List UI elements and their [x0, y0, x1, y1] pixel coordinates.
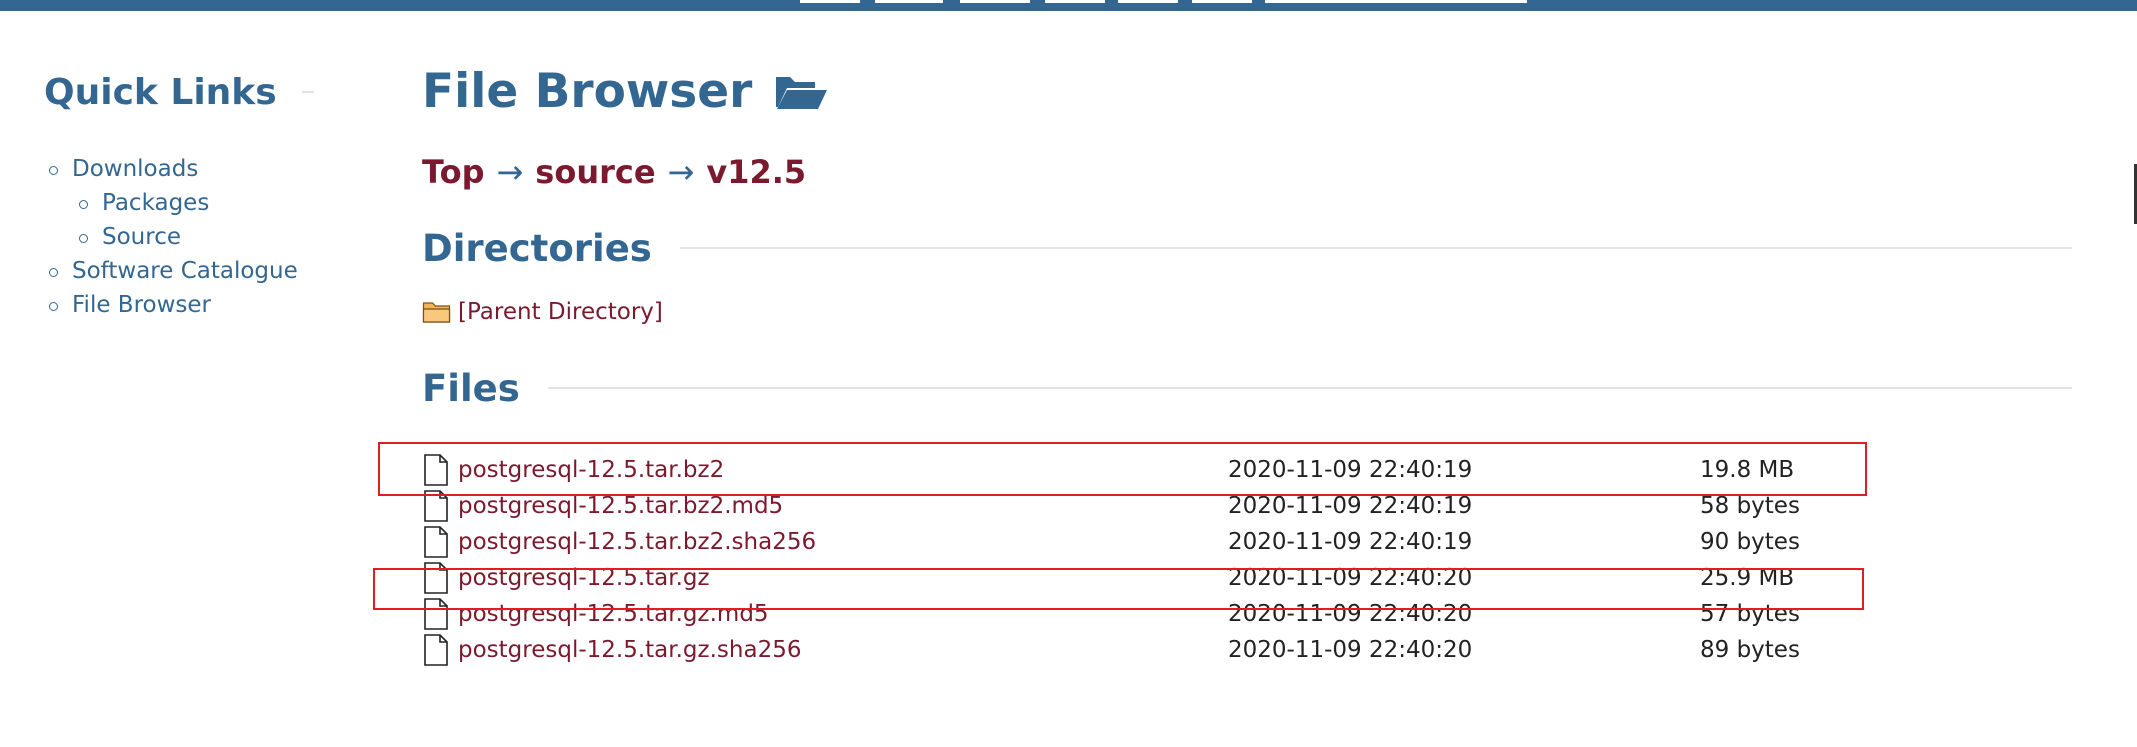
file-date: 2020-11-09 22:40:19 [1228, 493, 1473, 519]
section-rule [547, 387, 2072, 389]
top-nav-bar [0, 0, 2137, 11]
parent-directory-label[interactable]: [Parent Directory] [458, 299, 663, 325]
sidebar-item-downloads[interactable]: Downloads Packages Source [44, 152, 314, 254]
file-date: 2020-11-09 22:40:20 [1228, 601, 1473, 627]
downloads-sublist: Packages Source [72, 186, 314, 254]
file-date: 2020-11-09 22:40:19 [1228, 529, 1473, 555]
nav-link-underline[interactable] [1265, 0, 1527, 3]
sidebar-item-label[interactable]: Source [102, 224, 181, 250]
file-row[interactable]: postgresql-12.5.tar.bz2.sha256 2020-11-0… [422, 524, 2072, 560]
quick-links-list: Downloads Packages Source Software Catal… [44, 152, 314, 322]
file-name-link[interactable]: postgresql-12.5.tar.gz [458, 565, 1228, 591]
folder-open-icon [776, 77, 828, 109]
file-date: 2020-11-09 22:40:20 [1228, 637, 1473, 663]
nav-link-underline[interactable] [800, 0, 860, 3]
parent-directory-link[interactable]: [Parent Directory] [422, 294, 2072, 330]
main-content: File Browser Top → source → v12.5 Direct… [422, 60, 2072, 668]
file-size: 58 bytes [1700, 493, 1800, 519]
file-row[interactable]: postgresql-12.5.tar.bz2 2020-11-09 22:40… [422, 452, 2072, 488]
files-heading: Files [422, 366, 520, 410]
file-name-link[interactable]: postgresql-12.5.tar.bz2.sha256 [458, 529, 1228, 555]
file-date: 2020-11-09 22:40:20 [1228, 565, 1473, 591]
sidebar: Quick Links Downloads Packages Source So… [44, 68, 314, 322]
nav-link-underline[interactable] [875, 0, 943, 3]
files-section: Files postgresql-12.5.tar.bz2 2020-11-09… [422, 364, 2072, 668]
sidebar-item-label[interactable]: Software Catalogue [72, 258, 298, 284]
breadcrumb-current[interactable]: v12.5 [706, 153, 806, 191]
file-size: 90 bytes [1700, 529, 1800, 555]
file-icon [424, 490, 448, 522]
nav-link-underline[interactable] [1192, 0, 1252, 3]
sidebar-item-software-catalogue[interactable]: Software Catalogue [44, 254, 314, 288]
breadcrumb-top[interactable]: Top [422, 153, 484, 191]
breadcrumb-source[interactable]: source [535, 153, 655, 191]
page-title: File Browser [422, 63, 753, 119]
page: Quick Links Downloads Packages Source So… [0, 0, 2137, 747]
file-row[interactable]: postgresql-12.5.tar.gz.sha256 2020-11-09… [422, 632, 2072, 668]
file-name-link[interactable]: postgresql-12.5.tar.bz2.md5 [458, 493, 1228, 519]
breadcrumb-separator: → [667, 153, 695, 191]
directories-header: Directories [422, 224, 2072, 272]
sidebar-title-rule [301, 91, 314, 93]
nav-link-underline[interactable] [960, 0, 1030, 3]
sidebar-header: Quick Links [44, 68, 314, 116]
sidebar-item-source[interactable]: Source [74, 220, 314, 254]
file-size: 19.8 MB [1700, 457, 1795, 483]
file-row[interactable]: postgresql-12.5.tar.gz.md5 2020-11-09 22… [422, 596, 2072, 632]
file-size: 89 bytes [1700, 637, 1800, 663]
file-date: 2020-11-09 22:40:19 [1228, 457, 1473, 483]
file-icon [424, 562, 448, 594]
folder-icon [422, 302, 451, 323]
nav-link-underline[interactable] [1045, 0, 1105, 3]
file-icon [424, 634, 448, 666]
section-rule [679, 247, 2072, 249]
file-size: 57 bytes [1700, 601, 1800, 627]
directories-heading: Directories [422, 226, 652, 270]
file-name-link[interactable]: postgresql-12.5.tar.bz2 [458, 457, 1228, 483]
file-icon [424, 598, 448, 630]
file-icon [424, 526, 448, 558]
directories-section: Directories [Parent Directory] [422, 224, 2072, 330]
sidebar-item-packages[interactable]: Packages [74, 186, 314, 220]
nav-link-underline[interactable] [1118, 0, 1178, 3]
sidebar-item-label[interactable]: Downloads [72, 156, 198, 182]
file-row[interactable]: postgresql-12.5.tar.gz 2020-11-09 22:40:… [422, 560, 2072, 596]
page-header: File Browser [422, 60, 2072, 122]
sidebar-item-label[interactable]: Packages [102, 190, 209, 216]
sidebar-item-label[interactable]: File Browser [72, 292, 211, 318]
sidebar-title: Quick Links [44, 71, 277, 113]
breadcrumb: Top → source → v12.5 [422, 150, 2072, 194]
file-name-link[interactable]: postgresql-12.5.tar.gz.sha256 [458, 637, 1228, 663]
file-row[interactable]: postgresql-12.5.tar.bz2.md5 2020-11-09 2… [422, 488, 2072, 524]
file-size: 25.9 MB [1700, 565, 1795, 591]
file-list: postgresql-12.5.tar.bz2 2020-11-09 22:40… [422, 452, 2072, 668]
sidebar-item-file-browser[interactable]: File Browser [44, 288, 314, 322]
file-name-link[interactable]: postgresql-12.5.tar.gz.md5 [458, 601, 1228, 627]
files-header: Files [422, 364, 2072, 412]
file-icon [424, 454, 448, 486]
breadcrumb-separator: → [496, 153, 524, 191]
